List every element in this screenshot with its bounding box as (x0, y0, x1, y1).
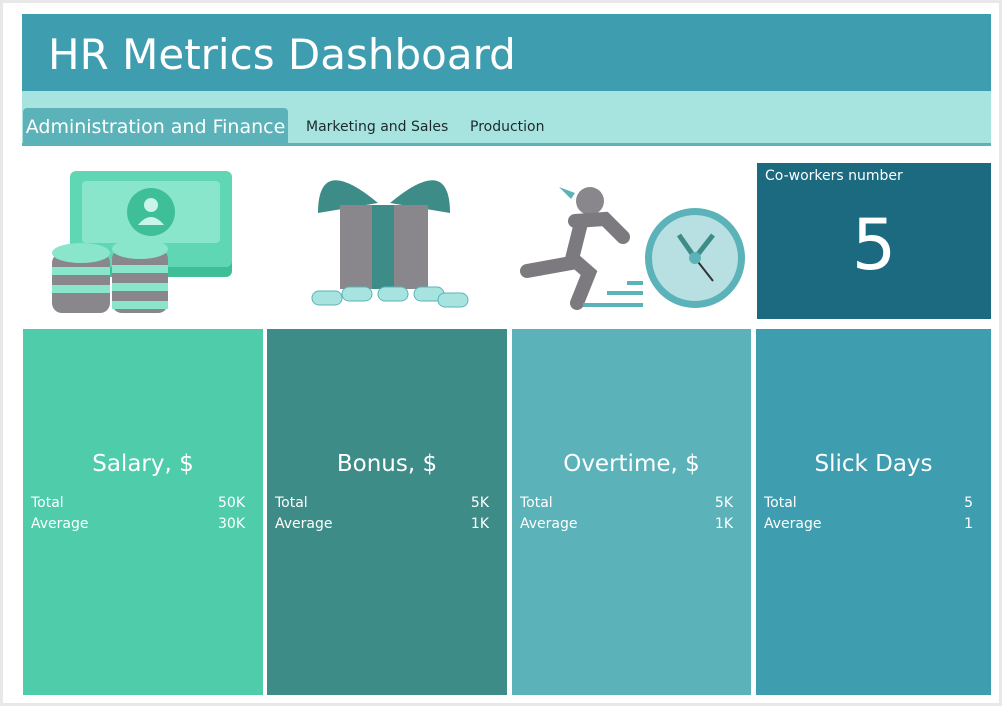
overtime-icon (520, 187, 745, 310)
average-value: 1K (470, 516, 489, 532)
average-label: Average (275, 516, 333, 532)
bonus-card: Bonus, $ Total 5K Average 1K (267, 329, 507, 695)
dashboard-page: HR Metrics Dashboard Administration and … (3, 3, 999, 703)
coworkers-value: 5 (851, 204, 897, 286)
total-label: Total (275, 495, 308, 511)
gift-icon (311, 180, 469, 308)
salary-card: Salary, $ Total 50K Average 30K (23, 329, 263, 695)
total-label: Total (520, 495, 553, 511)
coworkers-label: Co-workers number (765, 168, 903, 184)
total-label: Total (764, 495, 797, 511)
average-value: 1 (964, 516, 973, 532)
money-icon (52, 171, 232, 313)
tab-administration-finance[interactable]: Administration and Finance (23, 108, 288, 143)
total-value: 50K (218, 495, 245, 511)
overtime-card: Overtime, $ Total 5K Average 1K (512, 329, 751, 695)
page-title: HR Metrics Dashboard (48, 30, 516, 79)
total-value: 5K (470, 495, 489, 511)
total-value: 5K (714, 495, 733, 511)
total-value: 5 (964, 495, 973, 511)
card-title: Overtime, $ (563, 451, 700, 477)
card-title: Salary, $ (92, 451, 194, 477)
card-title: Slick Days (814, 451, 933, 477)
average-value: 1K (714, 516, 733, 532)
tab-production[interactable]: Production (470, 108, 544, 143)
sick-days-card: Slick Days Total 5 Average 1 (756, 329, 991, 695)
header-bar: HR Metrics Dashboard (22, 14, 991, 91)
tab-bar: Administration and Finance Marketing and… (22, 91, 991, 146)
tab-marketing-sales[interactable]: Marketing and Sales (306, 108, 448, 143)
card-title: Bonus, $ (336, 451, 438, 477)
coworkers-number-tile: Co-workers number 5 (757, 163, 991, 319)
average-label: Average (764, 516, 822, 532)
average-label: Average (31, 516, 89, 532)
average-value: 30K (218, 516, 245, 532)
average-label: Average (520, 516, 578, 532)
total-label: Total (31, 495, 64, 511)
